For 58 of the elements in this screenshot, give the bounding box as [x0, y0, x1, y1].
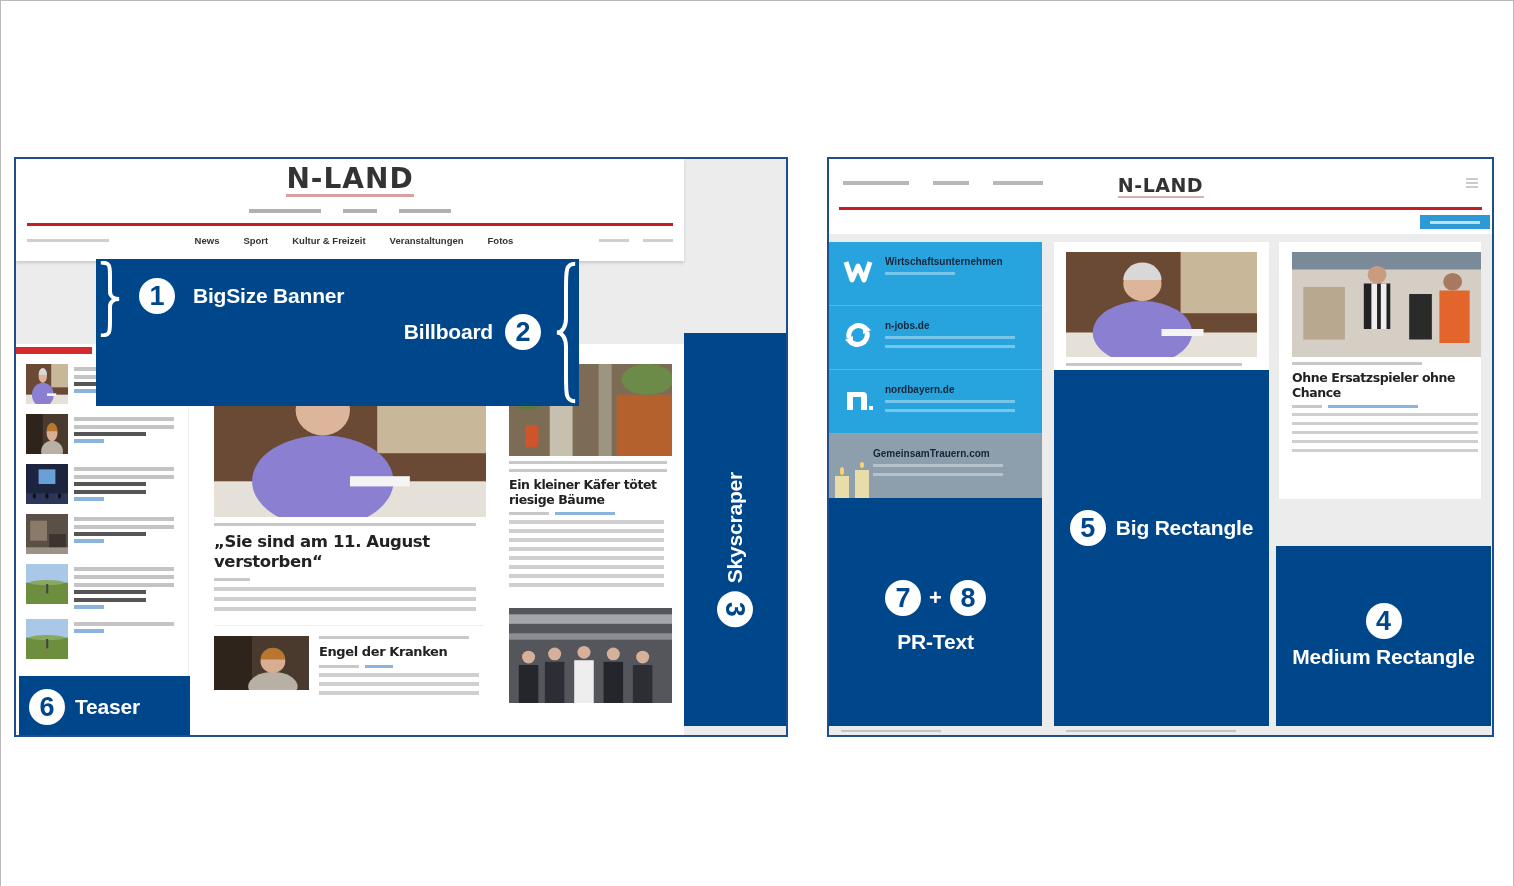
number-badge: 2: [505, 314, 541, 350]
blurred-text: [74, 605, 104, 609]
nav-link[interactable]: Veranstaltungen: [389, 235, 464, 246]
blurred-text: [509, 512, 549, 515]
blurred-text: [74, 539, 104, 543]
ad-slot-label: Billboard: [403, 320, 493, 344]
blurred-text: [1292, 405, 1322, 408]
ad-slot-label: Big Rectangle: [1115, 516, 1254, 540]
site-logo[interactable]: N-LAND: [286, 164, 414, 194]
nav-link[interactable]: Sport: [243, 235, 269, 246]
number-badge: 7: [885, 580, 922, 616]
blurred-text: [74, 590, 146, 602]
topics-button[interactable]: [1420, 215, 1490, 229]
blurred-text: [843, 181, 909, 185]
blurred-text: [249, 209, 321, 213]
partner-link[interactable]: n-jobs.de: [829, 306, 1042, 370]
blurred-text: [933, 181, 969, 185]
blurred-text: [643, 239, 673, 242]
number-badge: 6: [29, 689, 65, 725]
headline[interactable]: Engel der Kranken: [319, 644, 479, 660]
blurred-text: [74, 629, 104, 633]
number-badge: 8: [949, 580, 986, 616]
blurred-text: [74, 532, 146, 536]
partner-link[interactable]: GemeinsamTrauern.com: [829, 434, 1042, 498]
ad-slot-label: Medium Rectangle: [1292, 645, 1475, 669]
blurred-text: [214, 578, 250, 581]
headline[interactable]: Ein kleiner Käfer tötet riesige Bäume: [509, 477, 671, 507]
blurred-text: [993, 181, 1043, 185]
blurred-text: [555, 512, 615, 515]
blurred-text: [343, 209, 377, 213]
nav-link[interactable]: Fotos: [487, 235, 514, 246]
ad-slot-label: PR-Text: [897, 630, 974, 654]
headline[interactable]: „Sie sind am 11. August verstorben“: [214, 532, 484, 572]
nav-link[interactable]: News: [194, 235, 220, 246]
blurred-text: [319, 665, 359, 668]
nav-link[interactable]: Kultur & Freizeit: [292, 235, 366, 246]
headline[interactable]: Ohne Ersatzspieler ohne Chance: [1292, 370, 1470, 400]
number-badge: 3: [717, 591, 753, 628]
number-badge: 4: [1365, 603, 1402, 639]
partner-link[interactable]: nordbayern.de: [829, 370, 1042, 434]
blurred-text: [365, 665, 393, 668]
blurred-text: [74, 482, 146, 494]
blurred-text: [74, 432, 146, 436]
ad-slot-label: Teaser: [75, 695, 140, 719]
number-badge: 1: [139, 278, 175, 314]
site-logo[interactable]: N-LAND: [1117, 174, 1204, 195]
blurred-text: [399, 209, 451, 213]
circular-arrows-icon: [843, 320, 873, 350]
partner-link[interactable]: Wirtschaftsunternehmen: [829, 242, 1042, 306]
blurred-text: [74, 497, 104, 501]
plus-sign: +: [929, 585, 942, 611]
blurred-text: [74, 439, 104, 443]
ad-slot-label: BigSize Banner: [193, 284, 345, 308]
number-badge: 5: [1069, 510, 1106, 546]
blurred-text: [885, 272, 955, 275]
blurred-text: [599, 239, 629, 242]
ad-slot-label: Skyscraper: [723, 471, 747, 584]
menu-icon[interactable]: [1466, 178, 1478, 188]
